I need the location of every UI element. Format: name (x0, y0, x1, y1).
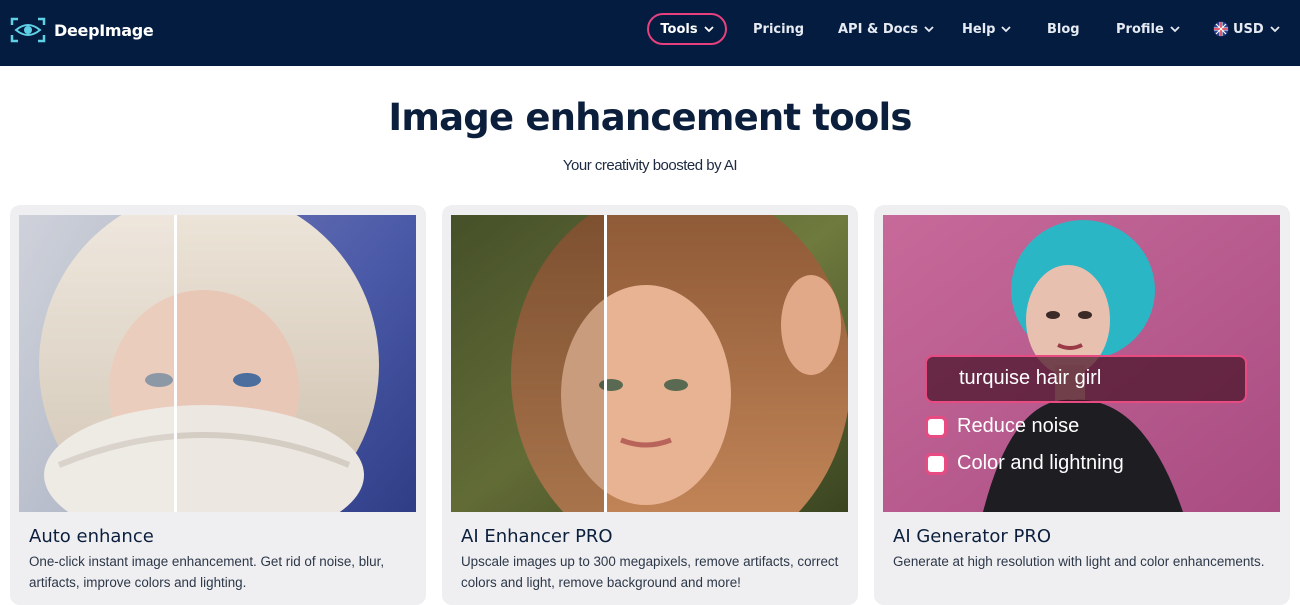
before-after-portrait-image (451, 215, 848, 512)
before-after-portrait-image (19, 215, 416, 512)
auto-enhance-preview-image (19, 215, 416, 512)
card-title: AI Enhancer PRO (461, 526, 613, 547)
top-navbar: DeepImage Tools Pricing API & Docs Help … (0, 0, 1300, 66)
card-description: One-click instant image enhancement. Get… (29, 554, 385, 590)
brand-name: DeepImage (54, 20, 154, 40)
option-reduce-noise[interactable]: Reduce noise (925, 415, 1079, 438)
before-after-divider[interactable] (174, 215, 177, 512)
ai-enhancer-preview-image (451, 215, 848, 512)
page-title: Image enhancement tools (388, 96, 912, 139)
prompt-text: turquise hair girl (959, 367, 1102, 389)
chevron-down-icon (1270, 25, 1280, 32)
option-label: Color and lightning (957, 452, 1124, 474)
chevron-down-icon (1001, 25, 1012, 32)
ai-generator-preview-image: turquise hair girl Reduce noise Color an… (883, 215, 1280, 512)
eye-logo-icon (10, 17, 46, 43)
nav-blog-label: Blog (1047, 21, 1080, 37)
card-title: AI Generator PRO (893, 526, 1052, 547)
prompt-input[interactable]: turquise hair girl (925, 355, 1247, 403)
card-description: Generate at high resolution with light a… (893, 554, 1265, 569)
chevron-down-icon (703, 25, 714, 32)
nav-pricing-label: Pricing (753, 21, 805, 37)
nav-tools[interactable]: Tools (647, 13, 727, 45)
checkbox[interactable] (925, 415, 947, 438)
checkbox[interactable] (925, 452, 947, 475)
brand-logo[interactable]: DeepImage (10, 17, 154, 43)
option-color-and-lightning[interactable]: Color and lightning (925, 452, 1124, 475)
tool-card-auto-enhance[interactable]: Auto enhance One-click instant image enh… (10, 205, 426, 605)
chevron-down-icon (924, 25, 934, 32)
nav-api-docs[interactable]: API & Docs (838, 13, 934, 45)
chevron-down-icon (1170, 25, 1180, 32)
nav-tools-label: Tools (660, 21, 698, 37)
page-subtitle: Your creativity boosted by AI (562, 157, 738, 174)
nav-currency[interactable]: USD (1213, 13, 1280, 45)
nav-pricing[interactable]: Pricing (753, 13, 804, 45)
nav-profile-label: Profile (1116, 21, 1164, 37)
tool-card-ai-enhancer-pro[interactable]: AI Enhancer PRO Upscale images up to 300… (442, 205, 858, 605)
nav-help[interactable]: Help (962, 13, 1012, 45)
nav-profile[interactable]: Profile (1116, 13, 1180, 45)
nav-blog[interactable]: Blog (1047, 13, 1080, 45)
before-after-divider[interactable] (604, 215, 607, 512)
nav-currency-label: USD (1233, 21, 1264, 37)
tool-card-ai-generator-pro[interactable]: turquise hair girl Reduce noise Color an… (874, 205, 1290, 605)
card-description: Upscale images up to 300 megapixels, rem… (461, 554, 839, 590)
nav-api-docs-label: API & Docs (838, 21, 918, 37)
uk-flag-icon (1213, 21, 1229, 37)
nav-help-label: Help (962, 21, 996, 37)
card-title: Auto enhance (29, 526, 154, 547)
option-label: Reduce noise (957, 415, 1080, 437)
